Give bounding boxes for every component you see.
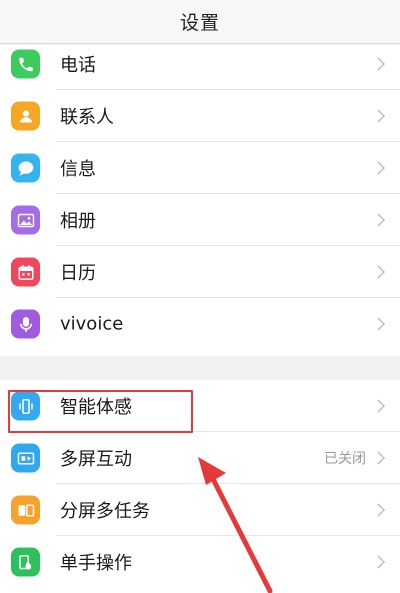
settings-item-label: 多屏互动 <box>60 449 132 470</box>
chevron-right-icon <box>377 451 386 465</box>
settings-item-phone[interactable]: 电话 <box>0 45 400 90</box>
chevron-right-icon <box>377 57 386 71</box>
settings-item-one-hand[interactable]: 单手操作 <box>0 536 400 588</box>
status-value: 已关闭 <box>324 451 366 467</box>
message-icon <box>11 153 40 183</box>
chevron-right-icon <box>377 265 386 279</box>
split-screen-icon <box>11 495 40 525</box>
screen-cast-icon <box>11 443 40 473</box>
settings-item-label: 相册 <box>60 211 96 232</box>
settings-item-label: 智能体感 <box>60 397 132 418</box>
calendar-icon <box>11 257 40 287</box>
chevron-right-icon <box>377 317 386 331</box>
settings-item-calendar[interactable]: 日历 <box>0 246 400 298</box>
chevron-right-icon <box>377 161 386 175</box>
phone-icon <box>11 49 40 79</box>
settings-group-apps: 电话 联系人 信息 相册 日历 vivoice <box>0 45 400 356</box>
settings-item-label: 日历 <box>60 263 96 284</box>
chevron-right-icon <box>377 399 386 413</box>
settings-item-motion-sense[interactable]: 智能体感 <box>0 380 400 432</box>
settings-item-messages[interactable]: 信息 <box>0 142 400 194</box>
microphone-icon <box>11 309 40 339</box>
settings-item-label: 联系人 <box>60 107 114 128</box>
chevron-right-icon <box>377 109 386 123</box>
settings-item-multi-screen[interactable]: 多屏互动 已关闭 <box>0 432 400 484</box>
album-icon <box>11 205 40 235</box>
settings-group-features: 智能体感 多屏互动 已关闭 分屏多任务 单手操作 <box>0 380 400 593</box>
settings-item-label: 分屏多任务 <box>60 501 150 522</box>
settings-item-label: 信息 <box>60 159 96 180</box>
contacts-icon <box>11 101 40 131</box>
settings-item-label: vivoice <box>60 313 124 335</box>
settings-item-split-screen[interactable]: 分屏多任务 <box>0 484 400 536</box>
chevron-right-icon <box>377 213 386 227</box>
motion-sense-icon <box>11 391 40 421</box>
chevron-right-icon <box>377 503 386 517</box>
settings-item-contacts[interactable]: 联系人 <box>0 90 400 142</box>
settings-item-label: 单手操作 <box>60 553 132 574</box>
header-bar: 设置 <box>0 0 400 44</box>
one-hand-icon <box>11 547 40 577</box>
settings-item-label: 电话 <box>60 55 96 76</box>
page-title: 设置 <box>179 12 220 34</box>
chevron-right-icon <box>377 555 386 569</box>
settings-item-vivoice[interactable]: vivoice <box>0 298 400 350</box>
settings-item-album[interactable]: 相册 <box>0 194 400 246</box>
